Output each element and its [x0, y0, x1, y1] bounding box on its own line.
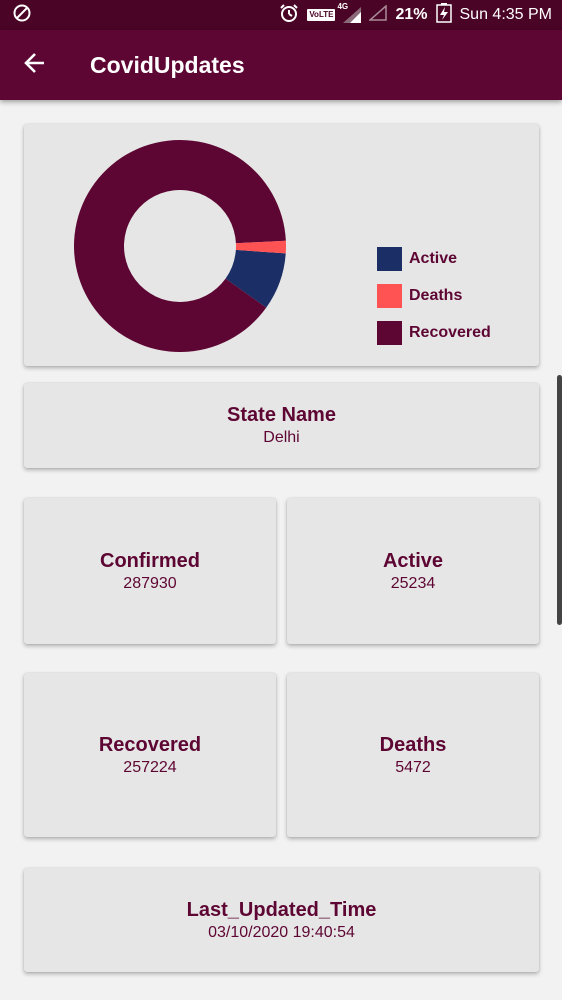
volte-badge: VoLTE [307, 9, 336, 21]
chart-card: Active Deaths Recovered [24, 124, 539, 366]
last-updated-value: 03/10/2020 19:40:54 [208, 923, 355, 941]
status-right: VoLTE 4G 21% Sun 4:35 PM [279, 2, 553, 28]
legend-label-recovered: Recovered [409, 324, 491, 341]
recovered-card: Recovered 257224 [24, 673, 276, 837]
recovered-label: Recovered [98, 733, 202, 756]
legend-label-active: Active [409, 250, 458, 267]
state-name-label: State Name [227, 404, 336, 426]
confirmed-value: 287930 [123, 574, 177, 592]
battery-percent: 21% [395, 6, 428, 23]
scrollbar[interactable] [557, 375, 562, 625]
active-label: Active [382, 549, 444, 572]
recovered-value: 257224 [123, 758, 177, 776]
confirmed-card: Confirmed 287930 [24, 498, 276, 644]
sync-icon [12, 3, 32, 28]
active-value: 25234 [390, 574, 436, 592]
deaths-label: Deaths [379, 733, 447, 756]
signal-icon-sim2 [368, 3, 388, 26]
last-updated-label: Last_Updated_Time [186, 898, 377, 921]
app-bar: CovidUpdates [0, 30, 562, 100]
active-card: Active 25234 [287, 498, 539, 644]
arrow-left-icon [23, 51, 47, 80]
donut-chart [74, 140, 286, 352]
status-bar: VoLTE 4G 21% Sun 4:35 PM [0, 0, 562, 30]
legend-swatch-deaths [377, 284, 402, 308]
legend-swatch-recovered [377, 321, 402, 345]
confirmed-label: Confirmed [100, 549, 200, 572]
clock-time: Sun 4:35 PM [459, 6, 553, 23]
legend-item-deaths: Deaths [377, 284, 491, 308]
legend-swatch-active [377, 247, 402, 271]
legend-label-deaths: Deaths [409, 287, 463, 304]
lte-label: 4G [337, 2, 349, 11]
battery-charging-icon [435, 2, 452, 28]
status-left [12, 3, 32, 28]
back-button[interactable] [0, 30, 70, 100]
state-card: State Name Delhi [24, 383, 539, 468]
alarm-icon [279, 3, 299, 28]
signal-icon-4g: 4G [337, 2, 362, 23]
state-name-value: Delhi [263, 429, 300, 446]
chart-legend: Active Deaths Recovered [377, 247, 491, 358]
legend-item-recovered: Recovered [377, 321, 491, 345]
page-title: CovidUpdates [90, 51, 245, 78]
deaths-value: 5472 [395, 758, 431, 776]
legend-item-active: Active [377, 247, 491, 271]
last-updated-card: Last_Updated_Time 03/10/2020 19:40:54 [24, 868, 539, 972]
deaths-card: Deaths 5472 [287, 673, 539, 837]
